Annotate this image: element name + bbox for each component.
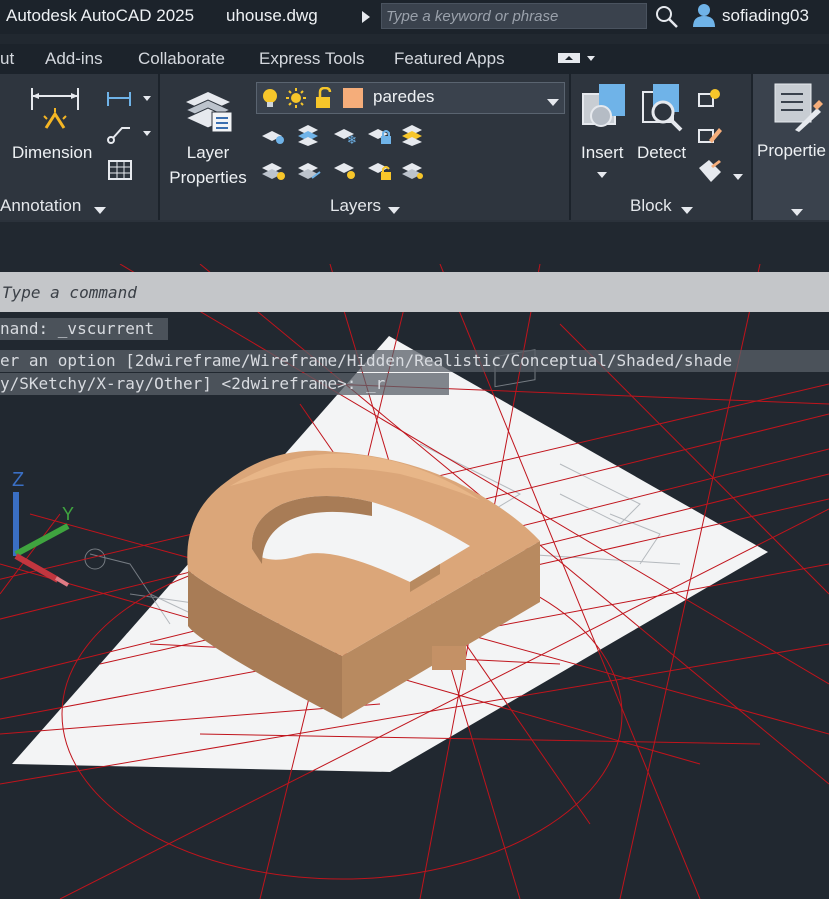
annotation-panel-title[interactable]: Annotation bbox=[0, 196, 81, 216]
ribbon-tabs: ut Add-ins Collaborate Express Tools Fea… bbox=[0, 44, 829, 74]
layer-on-icon[interactable] bbox=[260, 158, 288, 187]
layer-unlock-icon[interactable] bbox=[366, 158, 394, 187]
leader-icon[interactable] bbox=[106, 122, 152, 151]
search-input[interactable] bbox=[382, 4, 646, 28]
search-box[interactable] bbox=[381, 3, 647, 29]
search-icon[interactable] bbox=[655, 5, 679, 34]
tab-express-tools[interactable]: Express Tools bbox=[259, 49, 365, 69]
command-history-line: nand: _vscurrent bbox=[0, 318, 168, 340]
edit-block-icon[interactable] bbox=[697, 122, 723, 153]
ribbon-display-toggle-icon[interactable] bbox=[557, 52, 597, 71]
tab-strip-gap bbox=[0, 222, 829, 264]
block-panel: Insert Detect Block bbox=[571, 74, 753, 220]
detect-block-icon[interactable] bbox=[639, 82, 689, 139]
chevron-down-icon[interactable] bbox=[388, 202, 400, 220]
tab-collaborate[interactable]: Collaborate bbox=[138, 49, 225, 69]
insert-block-icon[interactable] bbox=[579, 82, 629, 139]
detect-label[interactable]: Detect bbox=[637, 140, 686, 165]
layer-thaw-icon[interactable] bbox=[332, 158, 360, 187]
layer-isolate-icon[interactable] bbox=[296, 122, 324, 151]
command-line[interactable] bbox=[0, 272, 829, 312]
table-icon[interactable] bbox=[108, 160, 132, 185]
layers-panel: Layer Properties paredes ❄ Layers bbox=[160, 74, 571, 220]
dimension-label[interactable]: Dimension bbox=[12, 140, 92, 165]
layer-match-icon[interactable] bbox=[400, 122, 428, 151]
unlock-icon bbox=[313, 86, 335, 114]
ucs-y-label: Y bbox=[62, 504, 74, 524]
chevron-down-icon[interactable] bbox=[597, 166, 607, 184]
layer-properties-icon[interactable] bbox=[182, 82, 234, 139]
insert-label[interactable]: Insert bbox=[581, 140, 624, 165]
username-label[interactable]: sofiading03 bbox=[722, 6, 809, 26]
dimension-icon[interactable] bbox=[28, 84, 82, 141]
command-history-line: er an option [2dwireframe/Wireframe/Hidd… bbox=[0, 350, 829, 372]
chevron-down-icon[interactable] bbox=[94, 202, 106, 220]
layer-off-icon[interactable] bbox=[260, 122, 288, 151]
layer-previous-icon[interactable] bbox=[296, 158, 324, 187]
tab-featured-apps[interactable]: Featured Apps bbox=[394, 49, 505, 69]
chevron-down-icon[interactable] bbox=[681, 202, 693, 220]
create-block-icon[interactable] bbox=[697, 86, 723, 117]
tab-add-ins[interactable]: Add-ins bbox=[45, 49, 103, 69]
ribbon: Dimension Annotation Layer Properties pa… bbox=[0, 74, 829, 222]
chevron-down-icon[interactable] bbox=[791, 204, 803, 222]
user-icon[interactable] bbox=[692, 3, 716, 32]
layer-walk-icon[interactable] bbox=[400, 158, 428, 187]
block-panel-title[interactable]: Block bbox=[630, 196, 672, 216]
layer-freeze-icon[interactable]: ❄ bbox=[332, 122, 360, 151]
properties-panel[interactable]: Propertie bbox=[753, 74, 829, 220]
chevron-down-icon[interactable] bbox=[547, 94, 559, 112]
file-name-tab[interactable]: uhouse.dwg bbox=[226, 6, 318, 26]
block-attributes-icon[interactable] bbox=[697, 158, 723, 189]
layer-lock-icon[interactable] bbox=[366, 122, 394, 151]
command-history-line: y/SKetchy/X-ray/Other] <2dwireframe>: _r bbox=[0, 373, 449, 395]
chevron-down-icon[interactable] bbox=[733, 168, 743, 186]
chevron-right-icon[interactable] bbox=[362, 10, 370, 28]
command-input[interactable] bbox=[0, 272, 829, 312]
lightbulb-on-icon bbox=[261, 88, 279, 113]
linear-dimension-icon[interactable] bbox=[106, 88, 152, 115]
layer-dropdown[interactable]: paredes bbox=[256, 82, 565, 114]
ucs-z-label: Z bbox=[12, 469, 24, 491]
properties-icon[interactable] bbox=[773, 82, 823, 139]
app-title: Autodesk AutoCAD 2025 bbox=[6, 6, 195, 25]
layer-color-swatch bbox=[343, 88, 363, 113]
door-block bbox=[432, 646, 466, 670]
sun-icon bbox=[285, 87, 307, 114]
svg-text:❄: ❄ bbox=[347, 133, 357, 146]
title-bar: Autodesk AutoCAD 2025 uhouse.dwg sofiadi… bbox=[0, 0, 829, 34]
tab-layout[interactable]: ut bbox=[0, 49, 14, 69]
current-layer-name: paredes bbox=[373, 87, 435, 106]
annotation-panel: Dimension Annotation bbox=[0, 74, 160, 220]
layer-properties-label[interactable]: Layer Properties bbox=[168, 140, 248, 190]
layers-panel-title[interactable]: Layers bbox=[330, 196, 381, 216]
properties-label[interactable]: Propertie bbox=[757, 138, 826, 163]
